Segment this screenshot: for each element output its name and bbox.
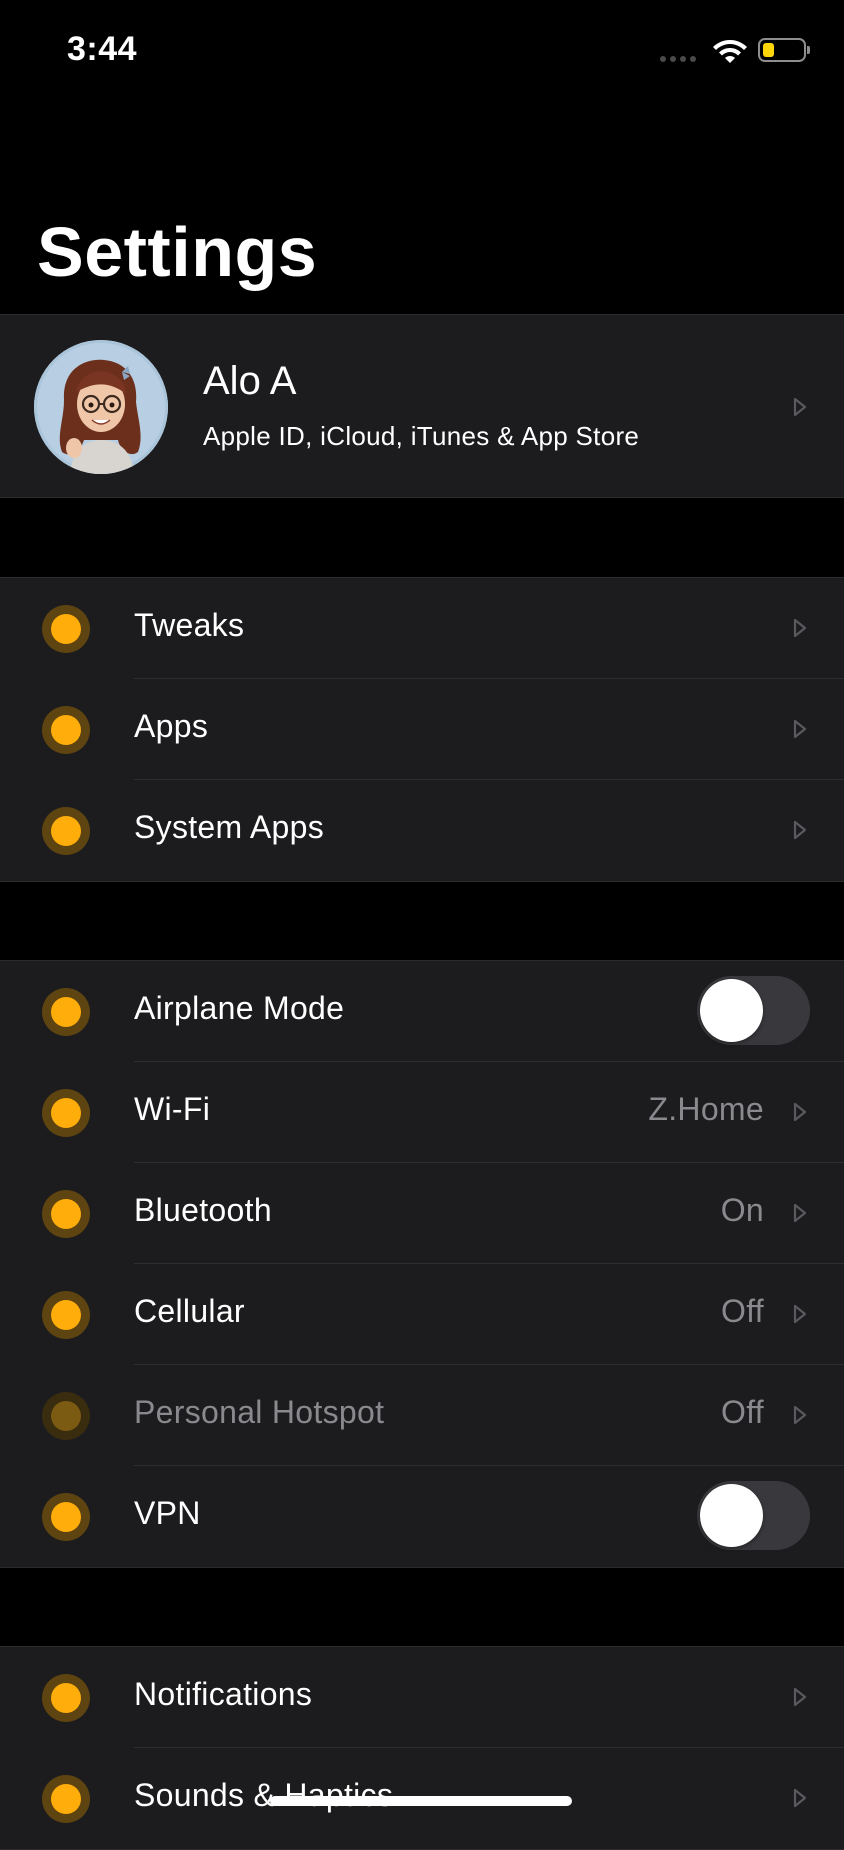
status-bar: 3:44 <box>0 0 844 100</box>
row-label: Tweaks <box>134 607 245 643</box>
row-value: Off <box>721 1394 764 1430</box>
chevron-right-icon <box>793 820 807 840</box>
row-label: Cellular <box>134 1293 245 1329</box>
toggle-knob <box>700 1484 763 1547</box>
vpn-toggle[interactable] <box>697 1481 810 1550</box>
wifi-status-icon <box>713 40 747 63</box>
cellular-signal-icon <box>660 56 696 62</box>
home-indicator[interactable] <box>270 1796 572 1806</box>
row-label: System Apps <box>134 809 325 845</box>
chevron-right-icon <box>793 1304 807 1324</box>
row-value: Z.Home <box>648 1091 764 1127</box>
battery-fill <box>763 43 774 57</box>
avatar <box>34 340 168 474</box>
row-label: Bluetooth <box>134 1192 272 1228</box>
sounds-icon <box>42 1775 90 1823</box>
row-label: Personal Hotspot <box>134 1394 385 1430</box>
battery-icon <box>758 38 810 62</box>
wifi-icon <box>42 1089 90 1137</box>
vpn-icon <box>42 1493 90 1541</box>
tweaks-icon <box>42 605 90 653</box>
chevron-right-icon <box>793 618 807 638</box>
settings-group: Airplane Mode Wi-Fi Z.Home Bluetooth On Cellu… <box>0 960 844 1568</box>
settings-row-tweaks[interactable]: Tweaks <box>0 578 844 679</box>
chevron-right-icon <box>793 1405 807 1425</box>
toggle-knob <box>700 979 763 1042</box>
profile-subtitle: Apple ID, iCloud, iTunes & App Store <box>203 421 640 451</box>
settings-row-cellular[interactable]: Cellular Off <box>0 1264 844 1365</box>
row-label: Apps <box>134 708 209 744</box>
settings-row-apps[interactable]: Apps <box>0 679 844 780</box>
airplane-icon <box>42 988 90 1036</box>
profile-name: Alo A <box>203 359 297 403</box>
chevron-right-icon <box>793 1203 807 1223</box>
page-title: Settings <box>37 213 318 291</box>
row-label: Wi-Fi <box>134 1091 211 1127</box>
cellular-icon <box>42 1291 90 1339</box>
settings-group: Notifications Sounds & Haptics <box>0 1646 844 1850</box>
row-value: Off <box>721 1293 764 1329</box>
row-label: VPN <box>134 1495 201 1531</box>
settings-group: Tweaks Apps System Apps <box>0 577 844 882</box>
row-label: Notifications <box>134 1676 313 1712</box>
settings-row-airplane-mode[interactable]: Airplane Mode <box>0 961 844 1062</box>
settings-row-vpn[interactable]: VPN <box>0 1466 844 1567</box>
chevron-right-icon <box>793 1687 807 1707</box>
airplane-mode-toggle[interactable] <box>697 976 810 1045</box>
chevron-right-icon <box>793 719 807 739</box>
bluetooth-icon <box>42 1190 90 1238</box>
row-label: Airplane Mode <box>134 990 345 1026</box>
row-value: On <box>720 1192 764 1228</box>
settings-row-personal-hotspot[interactable]: Personal Hotspot Off <box>0 1365 844 1466</box>
apps-icon <box>42 706 90 754</box>
chevron-right-icon <box>793 1788 807 1808</box>
settings-row-wi-fi[interactable]: Wi-Fi Z.Home <box>0 1062 844 1163</box>
system-apps-icon <box>42 807 90 855</box>
chevron-right-icon <box>793 397 807 417</box>
notifications-icon <box>42 1674 90 1722</box>
hotspot-icon <box>42 1392 90 1440</box>
settings-row-bluetooth[interactable]: Bluetooth On <box>0 1163 844 1264</box>
apple-id-profile-row[interactable]: Alo A Apple ID, iCloud, iTunes & App Sto… <box>0 314 844 498</box>
status-time: 3:44 <box>67 30 138 68</box>
settings-row-notifications[interactable]: Notifications <box>0 1647 844 1748</box>
settings-row-system-apps[interactable]: System Apps <box>0 780 844 881</box>
chevron-right-icon <box>793 1102 807 1122</box>
